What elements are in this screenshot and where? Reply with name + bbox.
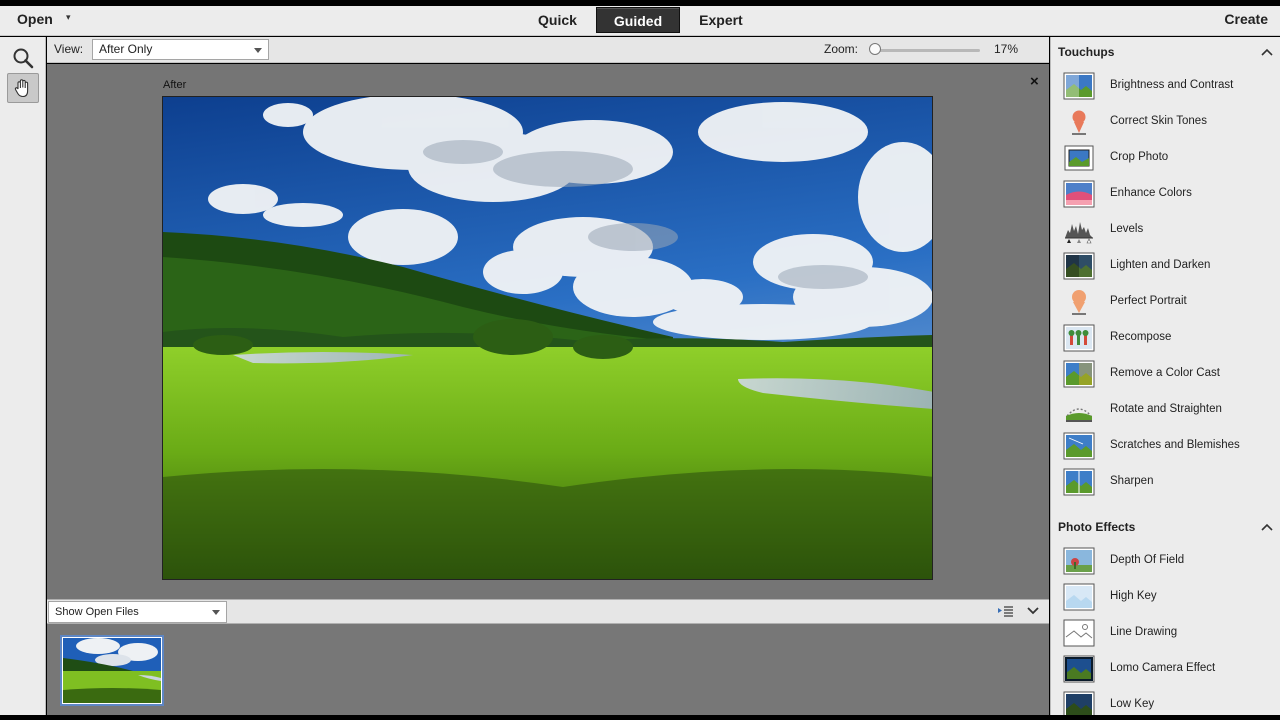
lighten-darken-icon [1063, 252, 1095, 280]
chevron-up-icon[interactable] [1261, 48, 1273, 56]
tab-guided[interactable]: Guided [595, 7, 681, 33]
touchup-label: Crop Photo [1110, 151, 1169, 163]
effect-line-drawing[interactable]: Line Drawing [1051, 616, 1280, 652]
hand-icon [14, 79, 29, 98]
color-cast-icon [1063, 360, 1095, 388]
zoom-slider-track[interactable] [875, 49, 980, 52]
low-key-icon [1063, 691, 1095, 715]
touchup-label: Correct Skin Tones [1110, 115, 1207, 127]
touchup-lighten-darken[interactable]: Lighten and Darken [1051, 249, 1280, 285]
bottom-letterbox [0, 715, 1280, 720]
open-dropdown-caret-icon[interactable]: ▾ [66, 12, 71, 23]
view-label: View: [54, 42, 84, 56]
line-drawing-icon [1063, 619, 1095, 647]
tab-quick[interactable]: Quick [521, 7, 594, 33]
chevron-down-icon[interactable] [1027, 607, 1039, 615]
zoom-label: Zoom: [824, 42, 859, 56]
touchup-label: Levels [1110, 223, 1144, 235]
sharpen-icon [1063, 468, 1095, 496]
tab-expert[interactable]: Expert [682, 7, 760, 33]
open-button[interactable]: Open [17, 11, 53, 27]
chevron-up-icon[interactable] [1261, 523, 1273, 531]
zoom-slider-thumb[interactable] [869, 43, 881, 55]
touchup-sharpen[interactable]: Sharpen [1051, 465, 1280, 501]
hand-tool-button[interactable] [7, 73, 39, 103]
photo-bin [47, 624, 1049, 715]
recompose-icon [1063, 324, 1095, 352]
touchup-levels[interactable]: Levels [1051, 213, 1280, 249]
menu-bar: Open ▾ Quick Guided Expert Create [0, 6, 1280, 36]
high-key-icon [1063, 583, 1095, 611]
bin-options-list-icon[interactable] [998, 605, 1014, 617]
options-bar: View: After Only Zoom: 17% [47, 37, 1049, 63]
create-button[interactable]: Create [1224, 11, 1268, 27]
touchup-correct-skin-tones[interactable]: Correct Skin Tones [1051, 105, 1280, 141]
magnifier-icon [13, 48, 34, 69]
touchup-label: Brightness and Contrast [1110, 79, 1234, 91]
effect-label: Line Drawing [1110, 626, 1178, 638]
rotate-straighten-icon [1066, 408, 1092, 422]
portrait-icon [1072, 290, 1086, 315]
enhance-colors-icon [1063, 180, 1095, 208]
brightness-contrast-icon [1063, 72, 1095, 100]
levels-icon [1065, 222, 1093, 244]
chevron-down-icon [254, 48, 262, 53]
image-canvas: After × [47, 64, 1049, 599]
photo-effects-section-title: Photo Effects [1058, 520, 1136, 534]
touchup-crop-photo[interactable]: Crop Photo [1051, 141, 1280, 177]
touchup-label: Remove a Color Cast [1110, 367, 1220, 379]
depth-of-field-icon [1063, 547, 1095, 575]
chevron-down-icon [212, 610, 220, 615]
landscape-photo[interactable] [162, 96, 933, 580]
touchup-recompose[interactable]: Recompose [1051, 321, 1280, 357]
effect-high-key[interactable]: High Key [1051, 580, 1280, 616]
touchup-scratches-blemishes[interactable]: Scratches and Blemishes [1051, 429, 1280, 465]
touchup-label: Sharpen [1110, 475, 1154, 487]
touchup-enhance-colors[interactable]: Enhance Colors [1051, 177, 1280, 213]
touchup-brightness-contrast[interactable]: Brightness and Contrast [1051, 69, 1280, 105]
touchups-section-title: Touchups [1058, 45, 1115, 59]
scratches-icon [1063, 432, 1095, 460]
zoom-value: 17% [994, 42, 1019, 56]
touchup-remove-color-cast[interactable]: Remove a Color Cast [1051, 357, 1280, 393]
effect-label: Lomo Camera Effect [1110, 662, 1216, 674]
tool-bar [0, 37, 46, 715]
effect-lomo-camera[interactable]: Lomo Camera Effect [1051, 652, 1280, 688]
crop-icon [1064, 145, 1094, 171]
close-icon[interactable]: × [1030, 73, 1039, 90]
photo-thumbnail[interactable] [60, 635, 164, 706]
touchup-label: Lighten and Darken [1110, 259, 1211, 271]
show-open-files-value: Show Open Files [55, 606, 139, 618]
zoom-tool-button[interactable] [7, 43, 39, 73]
effect-depth-of-field[interactable]: Depth Of Field [1051, 544, 1280, 580]
touchup-perfect-portrait[interactable]: Perfect Portrait [1051, 285, 1280, 321]
lomo-camera-icon [1063, 655, 1095, 683]
touchup-label: Scratches and Blemishes [1110, 439, 1240, 451]
touchup-rotate-straighten[interactable]: Rotate and Straighten [1051, 393, 1280, 429]
photo-bin-bar: Show Open Files [47, 599, 1049, 624]
touchup-label: Rotate and Straighten [1110, 403, 1222, 415]
show-open-files-select[interactable]: Show Open Files [48, 601, 227, 623]
touchup-label: Perfect Portrait [1110, 295, 1187, 307]
guided-edits-panel: Touchups Brightness and Contrast Correct… [1050, 37, 1280, 715]
effect-low-key[interactable]: Low Key [1051, 688, 1280, 715]
thumbnail-image [63, 638, 161, 703]
touchup-label: Enhance Colors [1110, 187, 1192, 199]
effect-label: High Key [1110, 590, 1157, 602]
landscape-photo-image [163, 97, 932, 579]
view-select-value: After Only [99, 42, 153, 56]
view-select[interactable]: After Only [92, 39, 269, 60]
mode-tabs: Quick Guided Expert [521, 7, 762, 35]
effect-label: Depth Of Field [1110, 554, 1185, 566]
effect-label: Low Key [1110, 698, 1155, 710]
skin-tone-icon [1072, 110, 1086, 135]
after-label: After [163, 79, 187, 91]
touchup-label: Recompose [1110, 331, 1172, 343]
